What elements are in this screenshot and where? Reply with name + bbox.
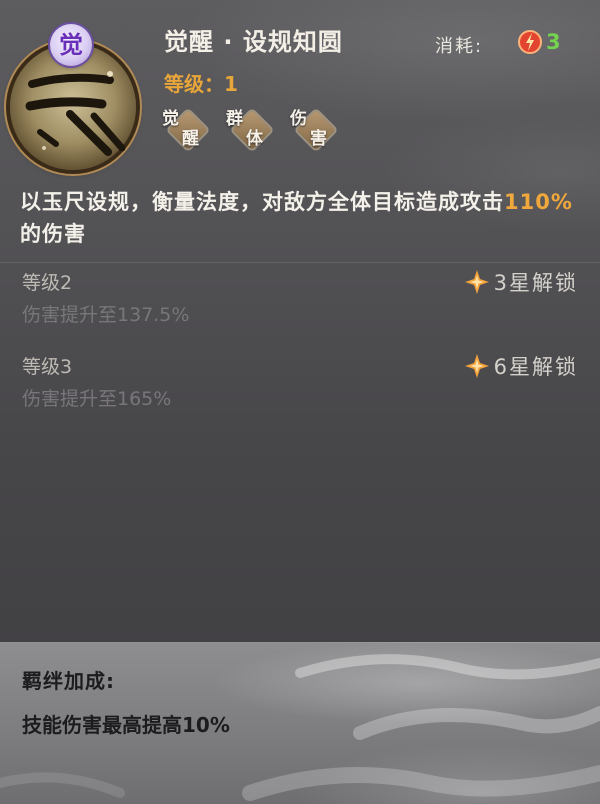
tag-group: 群 体 (226, 104, 278, 154)
level-name: 等级2 (22, 272, 73, 294)
unlock-requirement: 6星解锁 (464, 352, 578, 380)
skill-title: 觉醒 · 设规知圆 (164, 28, 343, 56)
unlock-text: 3星解锁 (493, 271, 578, 295)
level-name: 等级3 (22, 356, 73, 378)
skill-level: 等级：1 (164, 72, 238, 96)
awaken-badge: 觉 (50, 24, 92, 66)
description-text: 以玉尺设规，衡量法度，对敌方全体目标造成攻击 (20, 190, 504, 214)
skill-description: 以玉尺设规，衡量法度，对敌方全体目标造成攻击110% 的伤害 (20, 186, 580, 250)
section-divider (0, 262, 600, 263)
level-row: 等级2 伤害提升至137.5% 3星解锁 (22, 268, 578, 338)
unlock-requirement: 3星解锁 (464, 268, 578, 296)
star-icon (464, 354, 489, 378)
bond-title: 羁绊加成: (22, 669, 115, 693)
tag-char: 醒 (182, 129, 199, 149)
cost-value: 3 (546, 30, 561, 54)
bond-bonus-section: 羁绊加成: 技能伤害最高提高10% (0, 642, 600, 804)
description-text-end: 的伤害 (20, 222, 86, 246)
level-row: 等级3 伤害提升至165% 6星解锁 (22, 352, 578, 422)
tag-char: 群 (226, 109, 243, 129)
tag-char: 伤 (290, 109, 307, 129)
star-icon (464, 270, 489, 294)
tag-char: 觉 (162, 109, 179, 129)
level-effect: 伤害提升至137.5% (22, 304, 190, 326)
tag-char: 体 (246, 129, 263, 149)
tag-damage: 伤 害 (290, 104, 342, 154)
skill-detail-panel: 觉 觉醒 · 设规知圆 等级：1 消耗: 3 觉 醒 群 体 伤 害 以玉尺设规… (0, 0, 600, 804)
bond-effect: 技能伤害最高提高10% (22, 713, 230, 737)
description-highlight: 110% (504, 190, 573, 214)
unlock-text: 6星解锁 (493, 355, 578, 379)
skill-header: 觉 觉醒 · 设规知圆 等级：1 消耗: 3 觉 醒 群 体 伤 害 (0, 0, 600, 180)
cost-label: 消耗: (435, 36, 484, 57)
orb-icon (518, 30, 542, 54)
tag-char: 害 (310, 129, 327, 149)
tag-awaken: 觉 醒 (162, 104, 214, 154)
level-effect: 伤害提升至165% (22, 388, 172, 410)
